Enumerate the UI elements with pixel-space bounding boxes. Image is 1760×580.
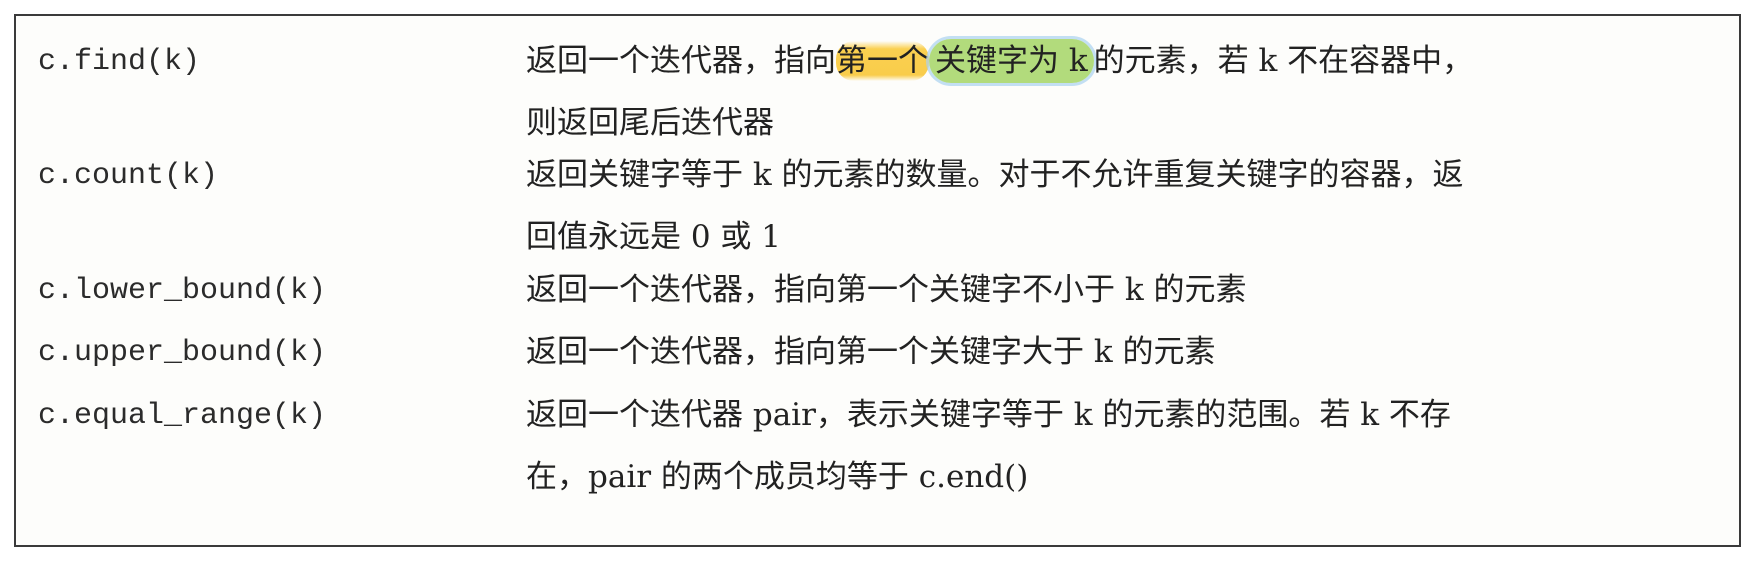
operation-name: c.lower_bound(k)	[38, 274, 327, 308]
operation-name: c.upper_bound(k)	[38, 336, 327, 370]
operation-description: 返回关键字等于 k 的元素的数量。对于不允许重复关键字的容器，返 回值永远是 0…	[526, 144, 1726, 268]
operation-name: c.count(k)	[38, 159, 219, 193]
description-line: 返回一个迭代器，指向第一个关键字不小于 k 的元素	[526, 272, 1247, 308]
description-line: 返回一个迭代器 pair，表示关键字等于 k 的元素的范围。若 k 不存	[526, 397, 1451, 433]
associative-container-lookup-table: c.find(k) 返回一个迭代器，指向第一个 关键字为 k 的元素，若 k 不在容…	[14, 14, 1741, 547]
operation-description: 返回一个迭代器，指向第一个关键字不小于 k 的元素	[526, 259, 1726, 321]
description-line: 返回一个迭代器，指向第一个 关键字为 k 的元素，若 k 不在容器中，	[526, 30, 1726, 92]
highlight-green: 关键字为 k	[929, 39, 1094, 83]
description-text: 的元素，若 k 不在容器中，	[1093, 43, 1474, 79]
operation-name: c.find(k)	[38, 45, 201, 79]
description-line: 在，pair 的两个成员均等于 c.end()	[526, 459, 1029, 495]
operation-description: 返回一个迭代器，指向第一个 关键字为 k 的元素，若 k 不在容器中， 则返回尾后迭…	[526, 30, 1726, 154]
description-line: 返回一个迭代器，指向第一个关键字大于 k 的元素	[526, 334, 1216, 370]
operation-description: 返回一个迭代器，指向第一个关键字大于 k 的元素	[526, 321, 1726, 383]
highlight-yellow: 第一个	[836, 41, 929, 81]
description-line: 返回关键字等于 k 的元素的数量。对于不允许重复关键字的容器，返	[526, 157, 1464, 193]
operation-name: c.equal_range(k)	[38, 399, 327, 433]
description-text: 返回一个迭代器，指向	[526, 43, 836, 79]
operation-description: 返回一个迭代器 pair，表示关键字等于 k 的元素的范围。若 k 不存 在，p…	[526, 384, 1726, 508]
